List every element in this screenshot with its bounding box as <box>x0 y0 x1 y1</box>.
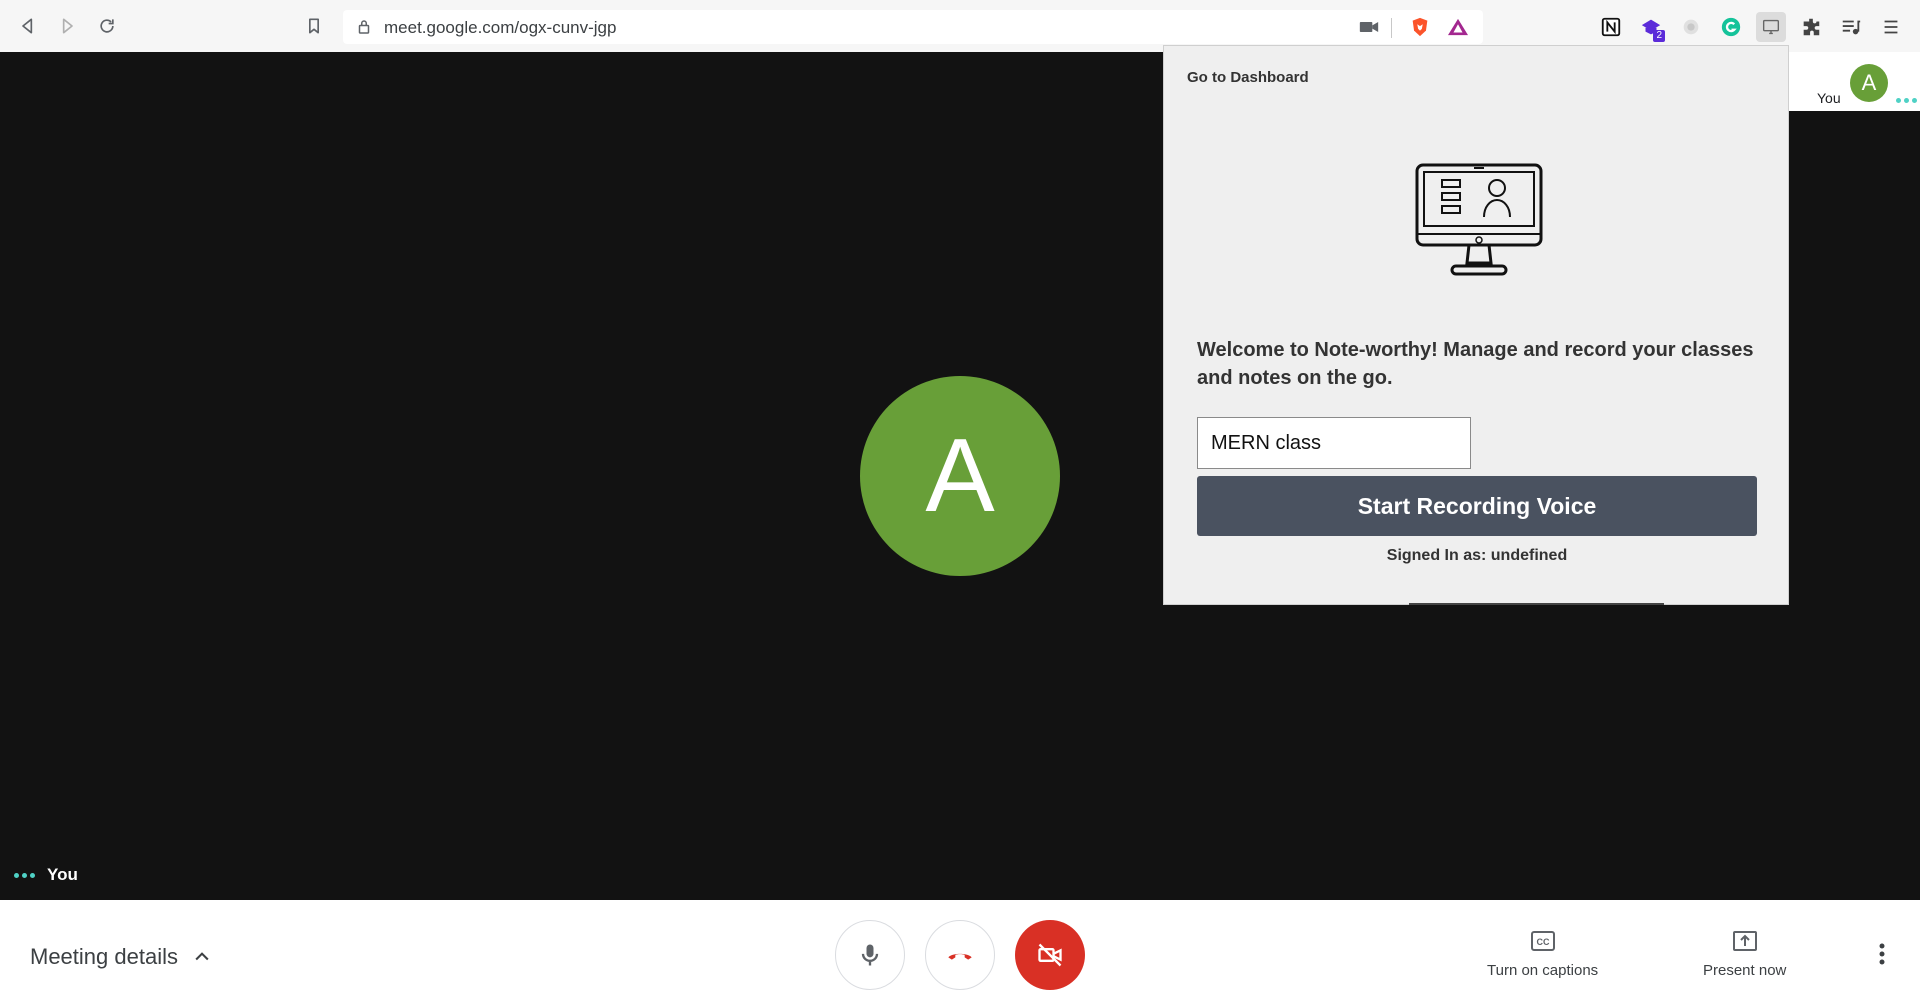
meeting-details-label: Meeting details <box>30 944 178 969</box>
microphone-button[interactable] <box>835 920 905 990</box>
note-worthy-popup: Go to Dashboard Welcome to Note-worthy! … <box>1163 45 1789 605</box>
start-recording-button[interactable]: Start Recording Voice <box>1197 476 1757 536</box>
camera-toggle-button[interactable] <box>1015 920 1085 990</box>
meeting-controls-bar: Meeting details CC Turn on captions Pres… <box>0 900 1920 1008</box>
captions-icon: CC <box>1530 931 1555 951</box>
notion-icon[interactable] <box>1596 12 1626 42</box>
camera-off-icon <box>1038 943 1062 967</box>
signed-in-status: Signed In as: undefined <box>1386 547 1568 564</box>
reload-icon[interactable] <box>93 12 121 40</box>
microphone-icon <box>861 944 879 966</box>
self-name-label: You <box>14 865 78 885</box>
hang-up-icon <box>948 953 972 960</box>
media-playlist-icon[interactable] <box>1836 12 1866 42</box>
class-name-input[interactable] <box>1197 417 1471 469</box>
present-now-label: Present now <box>1703 962 1787 979</box>
more-options-icon[interactable] <box>1870 940 1894 968</box>
popup-scrollbar[interactable] <box>1409 603 1664 605</box>
back-icon[interactable] <box>14 12 42 40</box>
audio-indicator-icon <box>14 872 35 878</box>
chevron-up-icon <box>195 952 209 961</box>
browser-menu-icon[interactable] <box>1876 12 1906 42</box>
monitor-illustration-icon <box>1415 163 1543 276</box>
go-to-dashboard-link[interactable]: Go to Dashboard <box>1187 69 1309 86</box>
svg-text:CC: CC <box>1536 937 1549 947</box>
self-preview-tile[interactable]: You A <box>1780 52 1920 111</box>
self-tile-label: You <box>1817 90 1841 106</box>
url-text[interactable]: meet.google.com/ogx-cunv-jgp <box>384 18 616 38</box>
lock-icon <box>358 20 370 34</box>
captions-button[interactable]: CC Turn on captions <box>1487 928 1598 979</box>
self-tile-avatar: A <box>1850 64 1888 102</box>
self-name-text: You <box>47 865 78 884</box>
extensions-bar: 2 <box>1596 10 1920 44</box>
present-now-button[interactable]: Present now <box>1703 928 1786 979</box>
leave-call-button[interactable] <box>925 920 995 990</box>
brave-shields-icon[interactable] <box>1409 16 1431 38</box>
camera-in-use-icon[interactable] <box>1359 19 1379 35</box>
welcome-text: Welcome to Note-worthy! Manage and recor… <box>1197 339 1754 389</box>
present-screen-icon <box>1732 931 1757 951</box>
self-tile-audio-indicator-icon <box>1896 98 1917 103</box>
address-bar[interactable]: meet.google.com/ogx-cunv-jgp <box>343 10 1483 44</box>
note-worthy-extension-icon[interactable] <box>1756 12 1786 42</box>
grammarly-icon[interactable] <box>1716 12 1746 42</box>
graduation-cap-extension-icon[interactable]: 2 <box>1636 12 1666 42</box>
extensions-puzzle-icon[interactable] <box>1796 12 1826 42</box>
participant-avatar: A <box>860 376 1060 576</box>
captions-label: Turn on captions <box>1487 962 1599 979</box>
forward-icon[interactable] <box>53 12 81 40</box>
bookmark-icon[interactable] <box>300 12 328 40</box>
brave-rewards-icon[interactable] <box>1447 17 1469 37</box>
grey-extension-icon[interactable] <box>1676 12 1706 42</box>
extension-badge: 2 <box>1653 30 1665 42</box>
address-separator <box>1391 18 1392 38</box>
meeting-details-button[interactable]: Meeting details <box>30 944 212 970</box>
